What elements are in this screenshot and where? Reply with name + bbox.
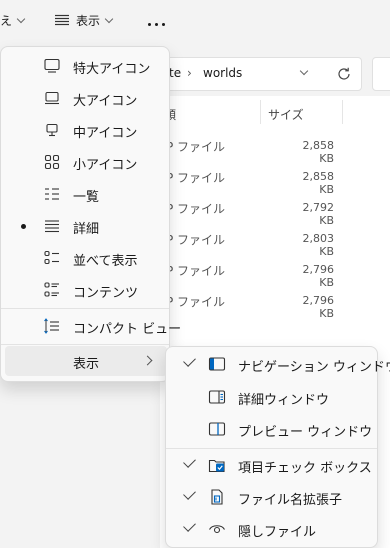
list-icon <box>45 188 59 200</box>
menu-item-label: 大アイコン <box>73 94 138 109</box>
more-options-button[interactable] <box>146 10 167 30</box>
checkmark-icon <box>183 519 196 532</box>
checkmark-icon <box>183 455 196 468</box>
chevron-down-icon <box>104 14 114 23</box>
menu-separator <box>1 344 169 345</box>
menu-item-label: 表示 <box>73 357 100 372</box>
menu-item-content[interactable]: コンテンツ <box>5 275 167 305</box>
column-headers: 類 サイズ <box>160 96 390 128</box>
table-row[interactable]: P ファイル 2,858 KB <box>160 130 390 165</box>
file-size-cell: 2,796 KB <box>302 294 335 320</box>
menu-item-label: 中アイコン <box>73 126 138 141</box>
submenu-item-navigation-pane[interactable]: ナビゲーション ウィンドウ <box>170 349 390 379</box>
column-header-size[interactable]: サイズ <box>268 106 304 123</box>
file-extension-icon <box>211 489 223 505</box>
more-horizontal-icon <box>146 11 167 30</box>
file-type-cell: P ファイル <box>166 295 226 309</box>
menu-item-show[interactable]: 表示 <box>5 346 167 376</box>
menu-item-small-icons[interactable]: 小アイコン <box>5 147 167 177</box>
table-row[interactable]: P ファイル 2,796 KB <box>160 254 390 289</box>
menu-item-list[interactable]: 一覧 <box>5 179 167 209</box>
item-checkbox-icon <box>208 459 225 473</box>
menu-item-extra-large-icons[interactable]: 特大アイコン <box>5 51 167 81</box>
address-bar[interactable]: te › worlds <box>160 57 362 91</box>
sort-label: え <box>0 13 13 28</box>
navigation-pane-icon <box>208 357 226 371</box>
table-row[interactable]: P ファイル 2,858 KB <box>160 161 390 196</box>
menu-item-label: コンパクト ビュー <box>73 322 182 337</box>
breadcrumb-separator[interactable]: › <box>187 66 192 80</box>
view-lines-icon <box>55 14 69 26</box>
menu-separator <box>166 448 377 449</box>
table-row[interactable]: P ファイル 2,803 KB <box>160 223 390 258</box>
checkmark-icon <box>183 354 196 367</box>
file-type-cell: P ファイル <box>166 140 226 154</box>
submenu-item-file-extensions[interactable]: ファイル名拡張子 <box>170 482 373 512</box>
command-bar: え 表示 <box>0 0 390 40</box>
file-type-cell: P ファイル <box>166 171 226 185</box>
submenu-item-details-pane[interactable]: 詳細ウィンドウ <box>170 382 373 412</box>
monitor-icon <box>44 58 60 73</box>
menu-item-large-icons[interactable]: 大アイコン <box>5 83 167 113</box>
laptop-icon <box>45 91 59 105</box>
submenu-item-item-checkboxes[interactable]: 項目チェック ボックス <box>170 450 373 480</box>
submenu-item-label: ナビゲーション ウィンドウ <box>238 360 390 375</box>
address-history-button[interactable] <box>299 66 309 76</box>
file-type-cell: P ファイル <box>166 233 226 247</box>
submenu-item-label: ファイル名拡張子 <box>238 493 343 508</box>
selected-bullet-icon <box>21 224 26 229</box>
view-menu: 特大アイコン 大アイコン 中アイコン 小アイコン 一覧 詳細 並べて表示 コンテ… <box>0 46 181 382</box>
submenu-item-label: 詳細ウィンドウ <box>238 393 330 408</box>
chevron-right-icon <box>142 355 153 366</box>
breadcrumb-segment[interactable]: te <box>169 66 181 80</box>
menu-item-label: 特大アイコン <box>73 62 151 77</box>
checkmark-icon <box>183 487 196 500</box>
menu-item-label: 並べて表示 <box>73 254 138 269</box>
file-type-cell: P ファイル <box>166 202 226 216</box>
menu-item-medium-icons[interactable]: 中アイコン <box>5 115 167 145</box>
compact-view-icon <box>44 318 59 334</box>
hidden-eye-icon <box>209 525 225 534</box>
submenu-item-hidden-items[interactable]: 隠しファイル <box>170 514 373 544</box>
menu-item-tiles[interactable]: 並べて表示 <box>5 243 167 273</box>
desktop-icon <box>46 123 58 137</box>
search-box[interactable] <box>372 57 390 91</box>
submenu-item-label: 隠しファイル <box>238 525 317 540</box>
chevron-down-icon <box>16 14 26 23</box>
view-button[interactable]: 表示 <box>54 10 114 30</box>
content-icon <box>44 282 59 297</box>
grid-icon <box>44 154 60 170</box>
menu-item-label: コンテンツ <box>73 286 139 301</box>
table-row[interactable]: P ファイル 2,792 KB <box>160 192 390 227</box>
menu-item-details[interactable]: 詳細 <box>5 211 167 241</box>
column-divider[interactable] <box>260 100 261 124</box>
chevron-down-icon <box>299 66 309 76</box>
tiles-icon <box>44 250 59 265</box>
menu-separator <box>1 308 169 309</box>
show-submenu: ナビゲーション ウィンドウ 詳細ウィンドウ プレビュー ウィンドウ 項目チェック… <box>165 346 390 548</box>
details-icon <box>45 220 59 233</box>
preview-pane-icon <box>208 422 226 436</box>
menu-item-label: 一覧 <box>73 190 100 205</box>
column-divider[interactable] <box>342 100 343 124</box>
menu-item-label: 詳細 <box>73 222 100 237</box>
file-type-cell: P ファイル <box>166 264 226 278</box>
menu-item-label: 小アイコン <box>73 158 138 173</box>
submenu-item-label: プレビュー ウィンドウ <box>238 425 373 440</box>
submenu-item-preview-pane[interactable]: プレビュー ウィンドウ <box>170 414 373 444</box>
submenu-item-label: 項目チェック ボックス <box>238 461 372 476</box>
table-row[interactable]: P ファイル 2,796 KB <box>160 285 390 320</box>
menu-item-compact-view[interactable]: コンパクト ビュー <box>5 311 181 341</box>
details-pane-icon <box>208 390 226 404</box>
sort-button[interactable]: え <box>0 10 26 30</box>
breadcrumb-current[interactable]: worlds <box>203 66 242 80</box>
refresh-icon[interactable] <box>335 65 353 83</box>
view-label: 表示 <box>76 13 101 28</box>
